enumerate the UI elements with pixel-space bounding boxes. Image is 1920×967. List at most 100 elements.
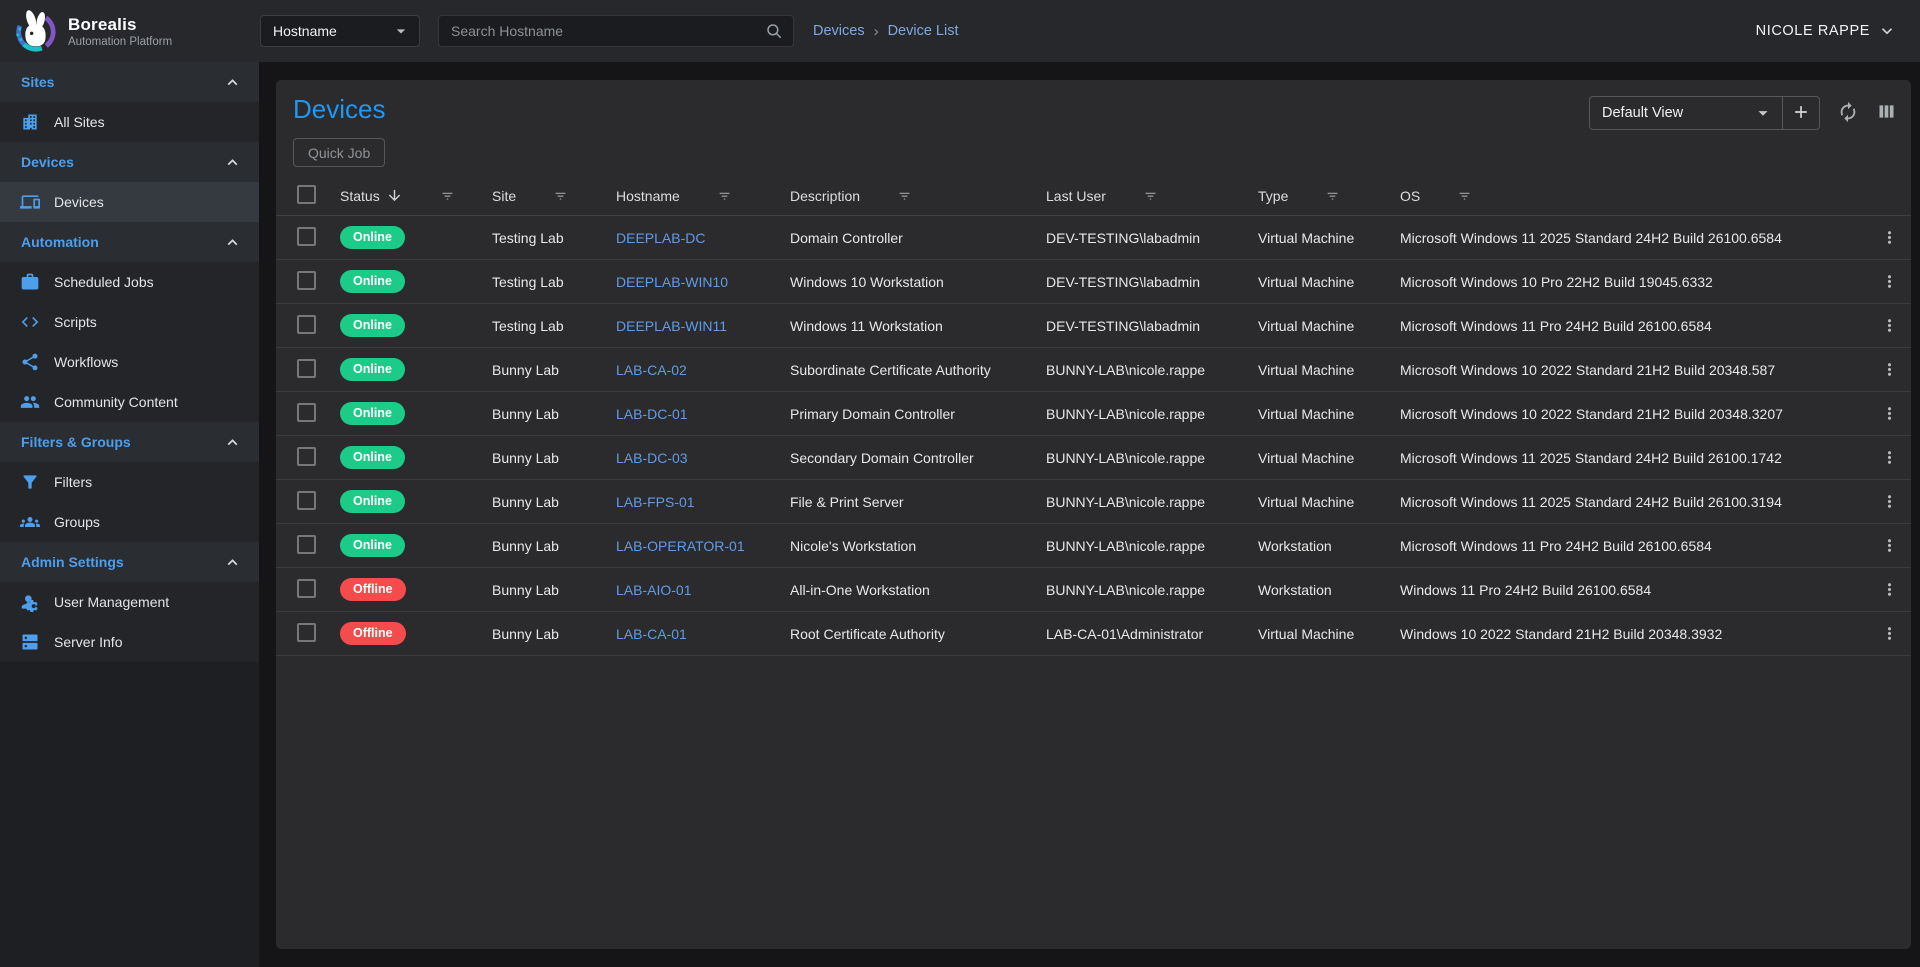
user-menu[interactable]: NICOLE RAPPE bbox=[1756, 22, 1896, 40]
sidebar-item-label: Devices bbox=[54, 194, 104, 210]
row-checkbox[interactable] bbox=[297, 491, 316, 510]
row-actions-kebab-icon[interactable] bbox=[1880, 624, 1899, 643]
filter-icon[interactable] bbox=[1142, 187, 1159, 204]
sidebar-item-server-info[interactable]: Server Info bbox=[0, 622, 259, 662]
search-hostname-input[interactable] bbox=[451, 23, 765, 39]
column-header-os[interactable]: OS bbox=[1400, 187, 1867, 204]
row-checkbox[interactable] bbox=[297, 535, 316, 554]
row-actions-kebab-icon[interactable] bbox=[1880, 448, 1899, 467]
cell-type: Virtual Machine bbox=[1258, 494, 1400, 510]
quick-job-button[interactable]: Quick Job bbox=[293, 138, 385, 167]
row-checkbox[interactable] bbox=[297, 623, 316, 642]
hostname-link[interactable]: DEEPLAB-WIN11 bbox=[616, 318, 727, 334]
status-badge: Online bbox=[340, 402, 405, 425]
column-header-status[interactable]: Status bbox=[340, 187, 492, 204]
brand: Borealis Automation Platform bbox=[0, 0, 259, 62]
hostname-link[interactable]: LAB-FPS-01 bbox=[616, 494, 695, 510]
row-checkbox[interactable] bbox=[297, 579, 316, 598]
refresh-button[interactable] bbox=[1837, 101, 1859, 126]
filter-icon bbox=[20, 472, 40, 492]
table-row: Online Testing Lab DEEPLAB-WIN11 Windows… bbox=[276, 304, 1911, 348]
topbar: Hostname Devices › Device List NICOLE RA… bbox=[259, 0, 1920, 62]
cell-type: Workstation bbox=[1258, 582, 1400, 598]
hostname-link[interactable]: LAB-OPERATOR-01 bbox=[616, 538, 745, 554]
sidebar-item-devices[interactable]: Devices bbox=[0, 182, 259, 222]
row-actions-kebab-icon[interactable] bbox=[1880, 404, 1899, 423]
table-row: Online Testing Lab DEEPLAB-WIN10 Windows… bbox=[276, 260, 1911, 304]
column-header-site[interactable]: Site bbox=[492, 187, 616, 204]
table-row: Offline Bunny Lab LAB-CA-01 Root Certifi… bbox=[276, 612, 1911, 656]
column-header-description[interactable]: Description bbox=[790, 187, 1046, 204]
view-select-value: Default View bbox=[1602, 105, 1683, 121]
table-row: Online Bunny Lab LAB-DC-03 Secondary Dom… bbox=[276, 436, 1911, 480]
plus-icon bbox=[1791, 102, 1811, 125]
cell-site: Bunny Lab bbox=[492, 626, 616, 642]
breadcrumb-device-list[interactable]: Device List bbox=[888, 23, 959, 39]
hostname-link[interactable]: DEEPLAB-DC bbox=[616, 230, 705, 246]
row-checkbox[interactable] bbox=[297, 227, 316, 246]
row-checkbox[interactable] bbox=[297, 403, 316, 422]
row-actions-kebab-icon[interactable] bbox=[1880, 492, 1899, 511]
row-checkbox[interactable] bbox=[297, 447, 316, 466]
column-header-last-user[interactable]: Last User bbox=[1046, 187, 1258, 204]
hostname-link[interactable]: LAB-CA-02 bbox=[616, 362, 687, 378]
sidebar-item-label: User Management bbox=[54, 594, 169, 610]
hostname-link[interactable]: LAB-DC-03 bbox=[616, 450, 688, 466]
hostname-link[interactable]: DEEPLAB-WIN10 bbox=[616, 274, 728, 290]
hostname-link[interactable]: LAB-AIO-01 bbox=[616, 582, 691, 598]
cell-description: Nicole's Workstation bbox=[790, 538, 1046, 554]
hostname-filter-select[interactable]: Hostname bbox=[260, 15, 420, 47]
hostname-link[interactable]: LAB-DC-01 bbox=[616, 406, 688, 422]
sidebar-item-scheduled-jobs[interactable]: Scheduled Jobs bbox=[0, 262, 259, 302]
code-icon bbox=[20, 312, 40, 332]
column-header-type[interactable]: Type bbox=[1258, 187, 1400, 204]
hostname-link[interactable]: LAB-CA-01 bbox=[616, 626, 687, 642]
filter-icon[interactable] bbox=[439, 187, 456, 204]
cell-last-user: BUNNY-LAB\nicole.rappe bbox=[1046, 362, 1258, 378]
sidebar-item-user-management[interactable]: User Management bbox=[0, 582, 259, 622]
status-badge: Offline bbox=[340, 622, 406, 645]
sidebar-item-scripts[interactable]: Scripts bbox=[0, 302, 259, 342]
sidebar-item-groups[interactable]: Groups bbox=[0, 502, 259, 542]
filter-icon[interactable] bbox=[716, 187, 733, 204]
row-actions-kebab-icon[interactable] bbox=[1880, 536, 1899, 555]
filter-icon[interactable] bbox=[896, 187, 913, 204]
cell-last-user: LAB-CA-01\Administrator bbox=[1046, 626, 1258, 642]
breadcrumb: Devices › Device List bbox=[813, 23, 959, 40]
cell-type: Virtual Machine bbox=[1258, 362, 1400, 378]
sidebar-item-filters[interactable]: Filters bbox=[0, 462, 259, 502]
search-icon[interactable] bbox=[765, 22, 783, 40]
column-header-hostname[interactable]: Hostname bbox=[616, 187, 790, 204]
row-checkbox[interactable] bbox=[297, 271, 316, 290]
select-all-checkbox[interactable] bbox=[297, 185, 316, 204]
cell-site: Bunny Lab bbox=[492, 362, 616, 378]
columns-button[interactable] bbox=[1876, 101, 1897, 125]
filter-icon[interactable] bbox=[1324, 187, 1341, 204]
row-actions-kebab-icon[interactable] bbox=[1880, 316, 1899, 335]
cell-type: Virtual Machine bbox=[1258, 406, 1400, 422]
row-checkbox[interactable] bbox=[297, 315, 316, 334]
add-view-button[interactable] bbox=[1782, 97, 1819, 129]
row-actions-kebab-icon[interactable] bbox=[1880, 228, 1899, 247]
row-actions-kebab-icon[interactable] bbox=[1880, 580, 1899, 599]
sidebar-item-community-content[interactable]: Community Content bbox=[0, 382, 259, 422]
table-row: Online Bunny Lab LAB-OPERATOR-01 Nicole'… bbox=[276, 524, 1911, 568]
sidebar-item-all-sites[interactable]: All Sites bbox=[0, 102, 259, 142]
filter-icon[interactable] bbox=[552, 187, 569, 204]
row-actions-kebab-icon[interactable] bbox=[1880, 272, 1899, 291]
row-actions-kebab-icon[interactable] bbox=[1880, 360, 1899, 379]
sidebar-item-label: Groups bbox=[54, 514, 100, 530]
sidebar-section-label: Devices bbox=[21, 154, 74, 170]
sidebar-item-workflows[interactable]: Workflows bbox=[0, 342, 259, 382]
filter-icon[interactable] bbox=[1456, 187, 1473, 204]
status-badge: Online bbox=[340, 446, 405, 469]
devices-panel: Devices Quick Job Default View bbox=[276, 80, 1911, 949]
cell-last-user: DEV-TESTING\labadmin bbox=[1046, 318, 1258, 334]
row-checkbox[interactable] bbox=[297, 359, 316, 378]
cell-last-user: BUNNY-LAB\nicole.rappe bbox=[1046, 494, 1258, 510]
cell-description: File & Print Server bbox=[790, 494, 1046, 510]
breadcrumb-devices[interactable]: Devices bbox=[813, 23, 865, 39]
view-select[interactable]: Default View bbox=[1590, 97, 1782, 129]
cell-os: Microsoft Windows 11 2025 Standard 24H2 … bbox=[1400, 230, 1867, 246]
groups-icon bbox=[20, 512, 40, 532]
